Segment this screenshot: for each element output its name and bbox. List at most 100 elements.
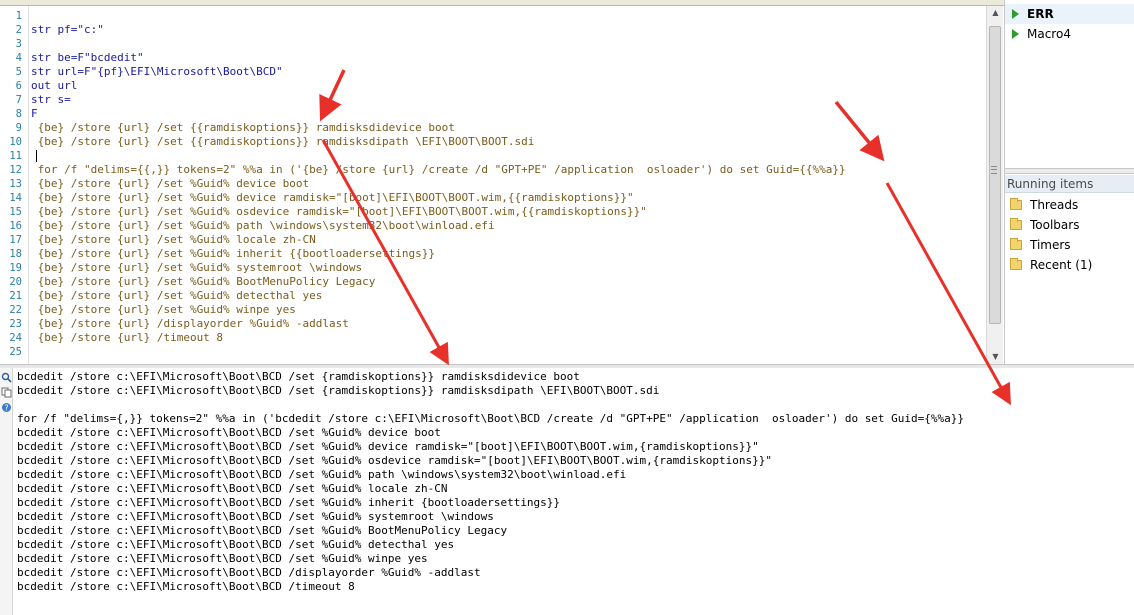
code-text: {be} /store {url} /set %Guid% detecthal … <box>31 289 323 302</box>
macro-item-label: Macro4 <box>1027 27 1071 41</box>
folder-icon <box>1010 258 1022 270</box>
scroll-down-icon[interactable]: ▼ <box>987 350 1004 364</box>
scrollbar-grip-icon <box>991 166 997 174</box>
line-number: 4 <box>15 52 22 64</box>
copy-icon[interactable] <box>1 387 12 398</box>
code-editor[interactable]: 1 2 str pf="c:" 3 4 str be=F"bcdedit" 5 str url… <box>0 6 986 364</box>
running-item-threads[interactable]: Threads <box>1005 195 1134 215</box>
folder-icon <box>1010 198 1022 210</box>
code-line[interactable]: 2 str pf="c:" <box>0 23 986 37</box>
output-line: bcdedit /store c:\EFI\Microsoft\Boot\BCD… <box>17 440 759 453</box>
code-line[interactable]: 21 {be} /store {url} /set %Guid% detecth… <box>0 289 986 303</box>
running-item-label: Toolbars <box>1030 218 1080 232</box>
code-text: {be} /store {url} /set %Guid% winpe yes <box>31 303 296 316</box>
scroll-up-icon[interactable]: ▲ <box>987 6 1004 20</box>
code-line[interactable]: 4 str be=F"bcdedit" <box>0 51 986 65</box>
running-item-toolbars[interactable]: Toolbars <box>1005 215 1134 235</box>
running-items-header: Running items <box>1005 175 1134 193</box>
code-line[interactable]: 16 {be} /store {url} /set %Guid% path \w… <box>0 219 986 233</box>
output-line: bcdedit /store c:\EFI\Microsoft\Boot\BCD… <box>17 580 355 593</box>
code-line[interactable]: 17 {be} /store {url} /set %Guid% locale … <box>0 233 986 247</box>
code-text: {be} /store {url} /set %Guid% inherit {{… <box>31 247 435 260</box>
output-line: bcdedit /store c:\EFI\Microsoft\Boot\BCD… <box>17 510 494 523</box>
code-text: {be} /store {url} /set %Guid% path \wind… <box>31 219 495 232</box>
line-number: 20 <box>9 276 22 288</box>
code-line[interactable]: 6 out url <box>0 79 986 93</box>
code-text: {be} /store {url} /set %Guid% device ram… <box>31 191 634 204</box>
output-line: for /f "delims={,}} tokens=2" %%a in ('b… <box>17 412 965 425</box>
code-line[interactable]: 15 {be} /store {url} /set %Guid% osdevic… <box>0 205 986 219</box>
code-text: {be} /store {url} /set {{ramdiskoptions}… <box>31 135 535 148</box>
code-line[interactable]: 22 {be} /store {url} /set %Guid% winpe y… <box>0 303 986 317</box>
line-number: 2 <box>15 24 22 36</box>
find-icon[interactable] <box>1 372 12 383</box>
line-number: 15 <box>9 206 22 218</box>
code-line[interactable]: 19 {be} /store {url} /set %Guid% systemr… <box>0 261 986 275</box>
code-text: str s= <box>31 93 71 106</box>
code-line[interactable]: 23 {be} /store {url} /displayorder %Guid… <box>0 317 986 331</box>
line-number: 14 <box>9 192 22 204</box>
code-text: {be} /store {url} /set %Guid% systemroot… <box>31 261 363 274</box>
panel-splitter[interactable] <box>1005 168 1134 174</box>
code-text: {be} /store {url} /displayorder %Guid% -… <box>31 317 349 330</box>
output-line: bcdedit /store c:\EFI\Microsoft\Boot\BCD… <box>17 426 441 439</box>
code-text: str be=F"bcdedit" <box>31 51 144 64</box>
output-line: bcdedit /store c:\EFI\Microsoft\Boot\BCD… <box>17 552 428 565</box>
output-line: bcdedit /store c:\EFI\Microsoft\Boot\BCD… <box>17 538 455 551</box>
editor-vertical-scrollbar[interactable]: ▲ ▼ <box>986 6 1003 364</box>
code-line[interactable]: 20 {be} /store {url} /set %Guid% BootMen… <box>0 275 986 289</box>
output-line: bcdedit /store c:\EFI\Microsoft\Boot\BCD… <box>17 496 561 509</box>
code-line[interactable]: 8F <box>0 107 986 121</box>
output-pane[interactable]: bcdedit /store c:\EFI\Microsoft\Boot\BCD… <box>13 368 1134 615</box>
code-line[interactable]: 3 <box>0 37 986 51</box>
running-item-recent[interactable]: Recent (1) <box>1005 255 1134 275</box>
line-number: 16 <box>9 220 22 232</box>
output-line: bcdedit /store c:\EFI\Microsoft\Boot\BCD… <box>17 468 627 481</box>
line-number: 10 <box>9 136 22 148</box>
line-number: 7 <box>15 94 22 106</box>
line-number: 11 <box>9 150 22 162</box>
code-text: {be} /store {url} /set %Guid% osdevice r… <box>31 205 647 218</box>
macro-item-macro4[interactable]: Macro4 <box>1005 24 1134 44</box>
line-number: 21 <box>9 290 22 302</box>
line-number: 5 <box>15 66 22 78</box>
line-number: 3 <box>15 38 22 50</box>
code-line[interactable]: 7 str s= <box>0 93 986 107</box>
line-number: 9 <box>15 122 22 134</box>
output-line: bcdedit /store c:\EFI\Microsoft\Boot\BCD… <box>17 524 508 537</box>
run-triangle-icon <box>1012 29 1019 39</box>
output-line: bcdedit /store c:\EFI\Microsoft\Boot\BCD… <box>17 370 580 383</box>
output-line: bcdedit /store c:\EFI\Microsoft\Boot\BCD… <box>17 454 772 467</box>
run-triangle-icon <box>1012 9 1019 19</box>
code-text: str pf="c:" <box>31 23 104 36</box>
code-line[interactable]: 11 <box>0 149 986 163</box>
code-line[interactable]: 12 for /f "delims={{,}} tokens=2" %%a in… <box>0 163 986 177</box>
running-item-label: Recent (1) <box>1030 258 1093 272</box>
code-text: {be} /store {url} /set %Guid% locale zh-… <box>31 233 316 246</box>
code-line[interactable]: 14 {be} /store {url} /set %Guid% device … <box>0 191 986 205</box>
code-text: {be} /store {url} /set {{ramdiskoptions}… <box>31 121 455 134</box>
code-line[interactable]: 24 {be} /store {url} /timeout 8 <box>0 331 986 345</box>
line-number: 19 <box>9 262 22 274</box>
code-text: for /f "delims={{,}} tokens=2" %%a in ('… <box>31 163 846 176</box>
line-number: 18 <box>9 248 22 260</box>
code-line[interactable]: 13 {be} /store {url} /set %Guid% device … <box>0 177 986 191</box>
line-number: 6 <box>15 80 22 92</box>
code-line[interactable]: 1 <box>0 9 986 23</box>
output-line: bcdedit /store c:\EFI\Microsoft\Boot\BCD… <box>17 566 481 579</box>
code-text: {be} /store {url} /timeout 8 <box>31 331 224 344</box>
macro-item-err[interactable]: ERR <box>1005 4 1134 24</box>
running-item-timers[interactable]: Timers <box>1005 235 1134 255</box>
code-line[interactable]: 5 str url=F"{pf}\EFI\Microsoft\Boot\BCD" <box>0 65 986 79</box>
line-number: 22 <box>9 304 22 316</box>
text-caret <box>36 150 37 162</box>
code-line[interactable]: 10 {be} /store {url} /set {{ramdiskoptio… <box>0 135 986 149</box>
scrollbar-thumb[interactable] <box>989 26 1001 324</box>
running-item-label: Timers <box>1030 238 1071 252</box>
help-icon[interactable]: ? <box>1 402 12 413</box>
code-line[interactable]: 9 {be} /store {url} /set {{ramdiskoption… <box>0 121 986 135</box>
code-line[interactable]: 18 {be} /store {url} /set %Guid% inherit… <box>0 247 986 261</box>
code-line[interactable]: 25 <box>0 345 986 359</box>
macro-panel: ERR Macro4 Running items Threads Toolbar… <box>1004 0 1134 366</box>
